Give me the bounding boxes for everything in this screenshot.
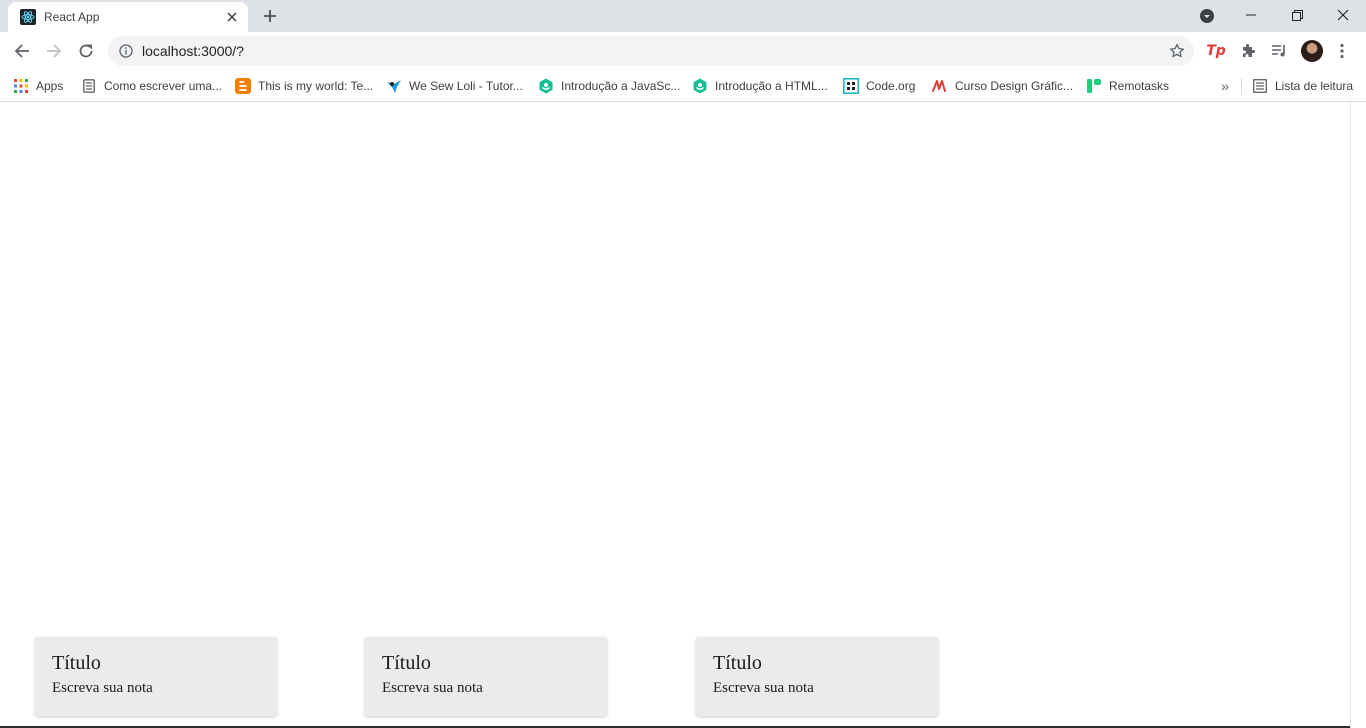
note-card[interactable]: Título Escreva sua nota xyxy=(35,637,277,716)
bookmark-curso-design-grafico[interactable]: Curso Design Gráfic... xyxy=(932,75,1073,97)
document-icon xyxy=(81,78,97,94)
bird-icon xyxy=(386,78,402,94)
remotasks-icon xyxy=(1086,78,1102,94)
code-org-icon xyxy=(843,78,859,94)
menu-kebab-icon[interactable] xyxy=(1332,37,1352,65)
address-bar[interactable]: localhost:3000/? xyxy=(108,36,1194,66)
bookmark-code-org[interactable]: Code.org xyxy=(843,75,915,97)
bookmarks-divider xyxy=(1241,78,1242,94)
reading-list-icon xyxy=(1252,78,1268,94)
reload-button[interactable] xyxy=(72,37,100,65)
reading-list-label: Lista de leitura xyxy=(1275,79,1354,93)
react-icon xyxy=(20,9,36,25)
bookmark-star-icon[interactable] xyxy=(1168,42,1186,60)
bookmark-label: Curso Design Gráfic... xyxy=(955,79,1074,93)
media-control-icon[interactable] xyxy=(1265,37,1293,65)
tab-title: React App xyxy=(44,10,100,24)
note-title[interactable]: Título xyxy=(713,651,921,675)
bookmark-label: Remotasks xyxy=(1109,79,1170,93)
browser-toolbar: localhost:3000/? Tp xyxy=(0,32,1366,70)
bookmarks-bar: Apps Como escrever uma... This is my wor… xyxy=(0,70,1366,102)
restore-button[interactable] xyxy=(1274,0,1320,30)
bookmark-we-sew-loli[interactable]: We Sew Loli - Tutor... xyxy=(386,75,523,97)
bookmark-introducao-javascript[interactable]: Introdução a JavaSc... xyxy=(538,75,680,97)
design-course-icon xyxy=(932,78,948,94)
note-body[interactable]: Escreva sua nota xyxy=(52,679,260,697)
bookmark-label: Introdução a JavaSc... xyxy=(561,79,681,93)
tab-react-app[interactable]: React App xyxy=(8,2,248,32)
forward-button[interactable] xyxy=(40,37,68,65)
vertical-scrollbar[interactable] xyxy=(1350,102,1366,728)
apps-grid-icon xyxy=(13,78,29,94)
bookmark-label: We Sew Loli - Tutor... xyxy=(409,79,523,93)
new-tab-button[interactable] xyxy=(258,4,282,28)
site-info-icon[interactable] xyxy=(118,43,134,59)
more-bookmarks-chevron-icon[interactable]: » xyxy=(1217,78,1233,94)
bookmark-label: Apps xyxy=(36,79,64,93)
note-title[interactable]: Título xyxy=(382,651,590,675)
back-button[interactable] xyxy=(8,37,36,65)
minimize-button[interactable] xyxy=(1228,0,1274,30)
bookmark-introducao-html[interactable]: Introdução a HTML... xyxy=(692,75,828,97)
close-tab-icon[interactable] xyxy=(222,7,242,27)
profile-avatar[interactable] xyxy=(1301,40,1323,62)
bookmark-label: This is my world: Te... xyxy=(258,79,374,93)
page-content: Título Escreva sua nota Título Escreva s… xyxy=(0,102,1350,728)
note-body[interactable]: Escreva sua nota xyxy=(382,679,590,697)
tab-search-icon[interactable] xyxy=(1198,7,1216,25)
khan-academy-icon xyxy=(538,78,554,94)
note-card[interactable]: Título Escreva sua nota xyxy=(696,637,938,716)
bookmark-apps[interactable]: Apps xyxy=(13,75,63,97)
bookmark-remotasks[interactable]: Remotasks xyxy=(1086,75,1169,97)
khan-academy-icon xyxy=(692,78,708,94)
note-card[interactable]: Título Escreva sua nota xyxy=(365,637,607,716)
close-window-button[interactable] xyxy=(1320,0,1366,30)
tab-strip: React App xyxy=(0,0,1366,32)
note-title[interactable]: Título xyxy=(52,651,260,675)
bookmark-label: Introdução a HTML... xyxy=(715,79,828,93)
blogger-icon xyxy=(235,78,251,94)
note-body[interactable]: Escreva sua nota xyxy=(713,679,921,697)
url-text: localhost:3000/? xyxy=(142,43,244,59)
bookmark-this-is-my-world[interactable]: This is my world: Te... xyxy=(235,75,373,97)
extensions-puzzle-icon[interactable] xyxy=(1234,37,1262,65)
reading-list-button[interactable]: Lista de leitura xyxy=(1252,75,1353,97)
bookmark-label: Como escrever uma... xyxy=(104,79,223,93)
bookmark-como-escrever[interactable]: Como escrever uma... xyxy=(81,75,222,97)
tp-extension-icon[interactable]: Tp xyxy=(1202,37,1230,65)
bookmark-label: Code.org xyxy=(866,79,916,93)
